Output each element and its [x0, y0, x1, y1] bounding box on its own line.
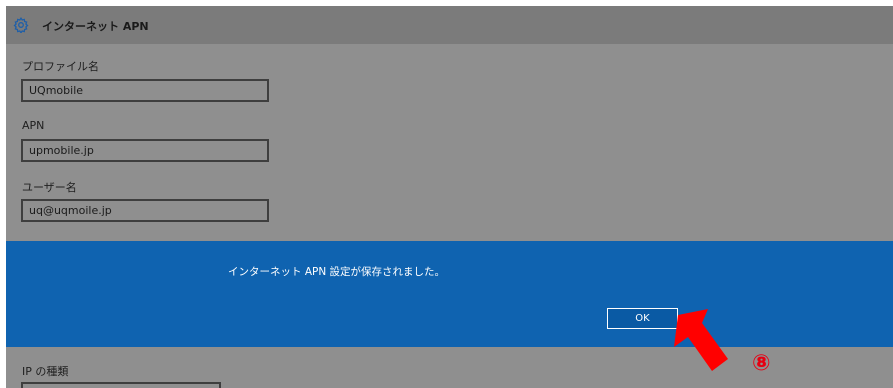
apn-label: APN [22, 119, 45, 132]
title-bar: インターネット APN [6, 6, 893, 44]
ip-type-select[interactable] [21, 382, 221, 388]
window-title: インターネット APN [42, 20, 149, 33]
red-arrow-icon [674, 309, 728, 371]
profile-name-label: プロファイル名 [22, 60, 99, 73]
step-number-badge: ⑧ [752, 351, 771, 376]
ip-type-label: IP の種類 [22, 365, 69, 378]
settings-window: インターネット APN プロファイル名 UQmobile APN upmobil… [6, 6, 893, 388]
dialog-message: インターネット APN 設定が保存されました。 [228, 266, 446, 278]
username-label: ユーザー名 [22, 181, 77, 194]
save-confirmation-dialog: インターネット APN 設定が保存されました。 OK [6, 241, 893, 347]
profile-name-input[interactable]: UQmobile [21, 79, 269, 102]
gear-icon [13, 17, 29, 33]
apn-input[interactable]: upmobile.jp [21, 139, 269, 162]
username-input[interactable]: uq@uqmoile.jp [21, 199, 269, 222]
